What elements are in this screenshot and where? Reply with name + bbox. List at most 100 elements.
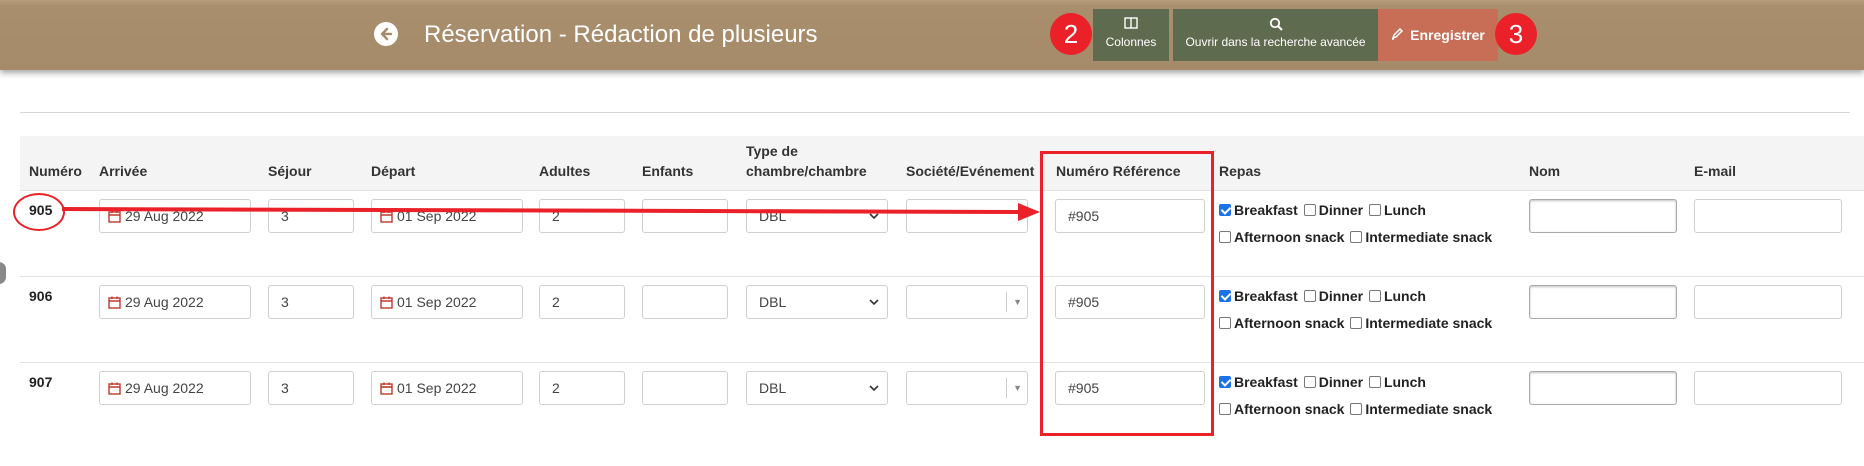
header-repas: Repas (1219, 163, 1262, 179)
meal-breakfast[interactable]: Breakfast (1219, 197, 1298, 224)
adults-field[interactable]: 2 (539, 285, 625, 319)
chevron-down-icon (869, 372, 879, 404)
room-type-select[interactable]: DBL (746, 285, 888, 319)
checkbox-icon[interactable] (1350, 403, 1363, 415)
company-event-combo[interactable]: ▼ (906, 371, 1028, 405)
page-title: Réservation - Rédaction de plusieurs (424, 21, 818, 48)
scroll-handle[interactable] (0, 262, 6, 284)
header-depart: Départ (371, 163, 416, 179)
meal-intermediate-snack[interactable]: Intermediate snack (1350, 224, 1492, 251)
checkbox-icon[interactable] (1303, 204, 1316, 216)
checkbox-icon[interactable] (1350, 317, 1363, 329)
checkbox-checked-icon[interactable] (1219, 290, 1231, 302)
meals-group: Breakfast Dinner Lunch Afternoon snack I… (1219, 197, 1494, 251)
meal-label: Dinner (1318, 374, 1364, 390)
meals-group: Breakfast Dinner Lunch Afternoon snack I… (1219, 369, 1494, 423)
departure-date-field[interactable]: 01 Sep 2022 (371, 371, 523, 405)
stay-length-field[interactable]: 3 (268, 199, 354, 233)
checkbox-icon[interactable] (1219, 317, 1231, 329)
advanced-search-button[interactable]: Ouvrir dans la recherche avancée (1173, 9, 1378, 61)
checkbox-icon[interactable] (1219, 231, 1231, 243)
meal-label: Lunch (1383, 374, 1426, 390)
save-label: Enregistrer (1410, 27, 1485, 43)
checkbox-icon[interactable] (1368, 376, 1381, 388)
row-number: 907 (29, 374, 53, 390)
meal-afternoon-snack[interactable]: Afternoon snack (1219, 224, 1344, 251)
chevron-down-icon (869, 286, 879, 318)
checkbox-checked-icon[interactable] (1219, 204, 1231, 216)
meal-intermediate-snack[interactable]: Intermediate snack (1350, 310, 1492, 337)
meal-lunch[interactable]: Lunch (1368, 369, 1426, 396)
arrival-date-value: 29 Aug 2022 (125, 208, 204, 224)
pencil-icon (1391, 27, 1404, 43)
arrival-date-field[interactable]: 29 Aug 2022 (99, 371, 251, 405)
meal-lunch[interactable]: Lunch (1368, 197, 1426, 224)
children-field[interactable] (642, 199, 728, 233)
departure-date-field[interactable]: 01 Sep 2022 (371, 199, 523, 233)
caret-down-icon[interactable]: ▼ (1013, 286, 1022, 318)
checkbox-icon[interactable] (1303, 290, 1316, 302)
room-type-select[interactable]: DBL (746, 199, 888, 233)
columns-button[interactable]: Colonnes (1093, 9, 1169, 61)
meal-dinner[interactable]: Dinner (1303, 197, 1363, 224)
checkbox-icon[interactable] (1350, 231, 1363, 243)
meal-breakfast[interactable]: Breakfast (1219, 369, 1298, 396)
header-enfants: Enfants (642, 163, 694, 179)
combo-separator (1006, 292, 1007, 312)
name-field[interactable] (1529, 285, 1677, 319)
stay-length-field[interactable]: 3 (268, 285, 354, 319)
meal-lunch[interactable]: Lunch (1368, 283, 1426, 310)
email-field[interactable] (1694, 199, 1842, 233)
arrival-date-field[interactable]: 29 Aug 2022 (99, 199, 251, 233)
meal-afternoon-snack[interactable]: Afternoon snack (1219, 310, 1344, 337)
email-field[interactable] (1694, 285, 1842, 319)
children-field[interactable] (642, 371, 728, 405)
meal-label: Lunch (1383, 202, 1426, 218)
highlight-circle-row-905 (13, 193, 65, 231)
header-arrivee: Arrivée (99, 163, 148, 179)
save-button[interactable]: Enregistrer (1378, 9, 1498, 61)
children-field[interactable] (642, 285, 728, 319)
checkbox-icon[interactable] (1368, 204, 1381, 216)
header-nom: Nom (1529, 163, 1561, 179)
company-event-combo[interactable] (906, 199, 1028, 233)
departure-date-field[interactable]: 01 Sep 2022 (371, 285, 523, 319)
calendar-icon (108, 202, 121, 232)
row-separator (20, 276, 1864, 277)
meal-label: Intermediate snack (1365, 315, 1493, 331)
name-field[interactable] (1529, 199, 1677, 233)
meal-label: Intermediate snack (1365, 229, 1493, 245)
meal-breakfast[interactable]: Breakfast (1219, 283, 1298, 310)
calendar-icon (380, 374, 393, 404)
checkbox-icon[interactable] (1219, 403, 1231, 415)
divider (20, 112, 1850, 113)
header-societe: Société/Evénement (906, 163, 1035, 179)
arrival-date-value: 29 Aug 2022 (125, 380, 204, 396)
meal-intermediate-snack[interactable]: Intermediate snack (1350, 396, 1492, 423)
header-adultes: Adultes (539, 163, 591, 179)
checkbox-checked-icon[interactable] (1219, 376, 1231, 388)
top-bar: Réservation - Rédaction de plusieurs Col… (0, 0, 1864, 70)
departure-date-value: 01 Sep 2022 (397, 294, 477, 310)
row-separator (20, 190, 1864, 191)
meal-dinner[interactable]: Dinner (1303, 283, 1363, 310)
email-field[interactable] (1694, 371, 1842, 405)
back-arrow-icon[interactable] (374, 22, 398, 46)
room-type-select[interactable]: DBL (746, 371, 888, 405)
checkbox-icon[interactable] (1303, 376, 1316, 388)
calendar-icon (380, 288, 393, 318)
meal-afternoon-snack[interactable]: Afternoon snack (1219, 396, 1344, 423)
adults-field[interactable]: 2 (539, 199, 625, 233)
room-type-value: DBL (759, 380, 787, 396)
stay-length-field[interactable]: 3 (268, 371, 354, 405)
name-field[interactable] (1529, 371, 1677, 405)
calendar-icon (108, 288, 121, 318)
room-type-value: DBL (759, 294, 787, 310)
meals-group: Breakfast Dinner Lunch Afternoon snack I… (1219, 283, 1494, 337)
meal-dinner[interactable]: Dinner (1303, 369, 1364, 396)
checkbox-icon[interactable] (1368, 290, 1381, 302)
company-event-combo[interactable]: ▼ (906, 285, 1028, 319)
arrival-date-field[interactable]: 29 Aug 2022 (99, 285, 251, 319)
caret-down-icon[interactable]: ▼ (1013, 372, 1022, 404)
adults-field[interactable]: 2 (539, 371, 625, 405)
